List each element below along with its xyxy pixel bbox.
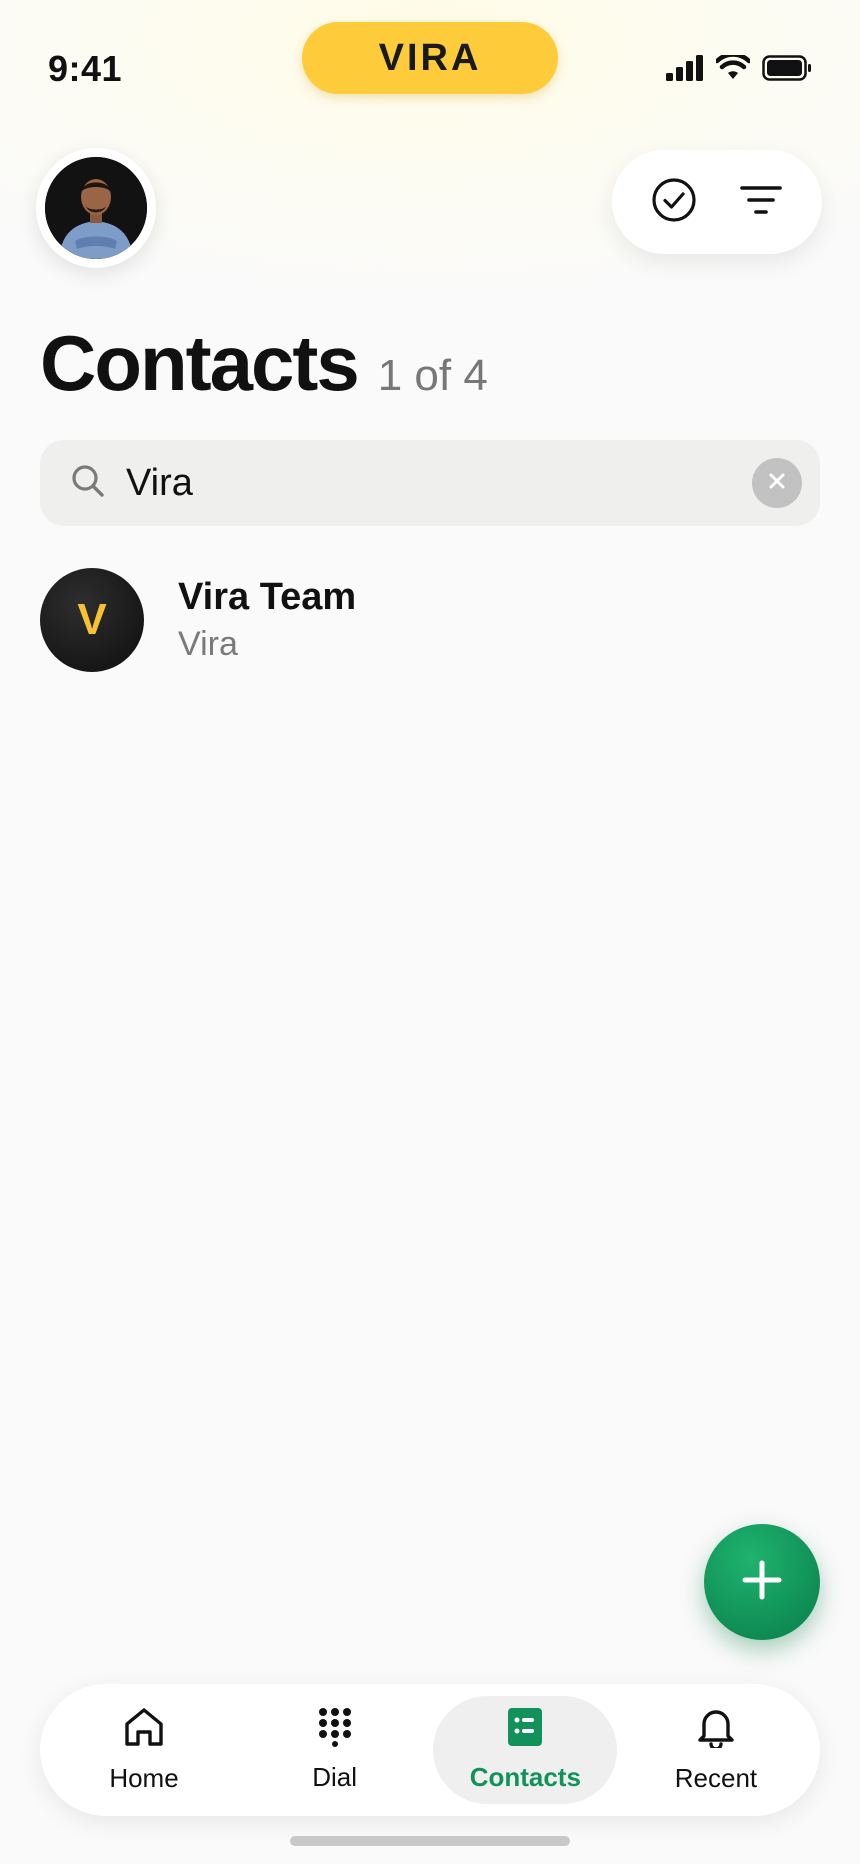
close-icon [768,472,786,495]
select-button[interactable] [646,174,702,230]
contact-avatar: V [40,568,144,672]
nav-label: Dial [312,1762,358,1792]
list-item[interactable]: V Vira Team Vira [40,568,820,672]
filter-icon [739,183,783,222]
clear-search-button[interactable] [752,458,802,508]
title-row: Contacts 1 of 4 [40,318,488,409]
search-bar [40,440,820,526]
contact-company: Vira [178,625,238,663]
contacts-book-icon [507,1707,543,1752]
result-count: 1 of 4 [377,351,488,400]
page-title: Contacts [40,319,360,407]
nav-label: Home [109,1763,179,1793]
header-actions [612,150,822,254]
filter-button[interactable] [733,174,789,230]
battery-icon [762,54,812,86]
search-icon [70,463,106,504]
nav-item-recent[interactable]: Recent [624,1696,808,1804]
plus-icon [740,1558,784,1607]
profile-avatar-button[interactable] [36,148,156,268]
add-contact-button[interactable] [704,1524,820,1640]
check-circle-icon [651,177,697,228]
nav-label: Contacts [469,1762,581,1792]
wifi-icon [714,51,752,86]
cellular-signal-icon [666,54,704,86]
dialpad-icon [317,1707,353,1752]
contact-name: Vira Team [178,576,357,618]
avatar [45,157,147,259]
status-time: 9:41 [48,48,123,89]
search-input[interactable] [126,461,752,505]
nav-item-contacts[interactable]: Contacts [433,1696,618,1804]
nav-label: Recent [674,1763,758,1793]
nav-item-home[interactable]: Home [52,1696,236,1804]
home-icon [122,1706,166,1753]
status-icons [666,51,812,88]
bottom-nav: Home Dial Contacts Recent [40,1684,820,1816]
bell-icon [696,1706,736,1753]
nav-item-dial[interactable]: Dial [243,1696,427,1804]
contact-text: Vira Team Vira [178,576,356,664]
home-indicator [290,1836,570,1846]
brand-pill: VIRA [302,22,558,94]
